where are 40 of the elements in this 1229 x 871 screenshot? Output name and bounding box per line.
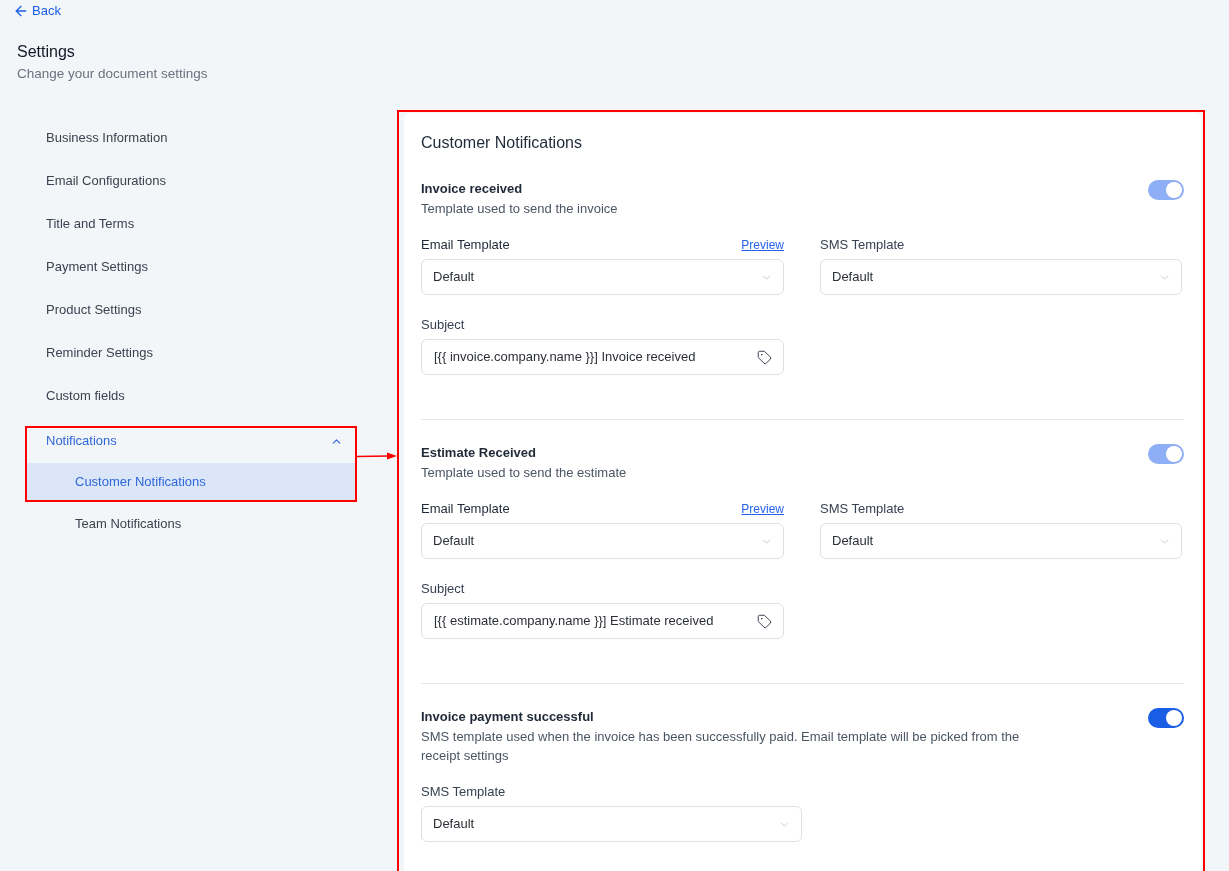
toggle-switch[interactable] xyxy=(1148,708,1184,728)
sidebar-item[interactable]: Product Settings xyxy=(25,288,357,331)
sidebar-item[interactable]: Email Configurations xyxy=(25,159,357,202)
subject-input[interactable]: [{{ estimate.company.name }}] Estimate received xyxy=(421,603,784,639)
sidebar-item[interactable]: Reminder Settings xyxy=(25,331,357,374)
sidebar-item[interactable]: Team Notifications xyxy=(25,502,357,545)
field-label: SMS Template xyxy=(820,500,905,518)
panel-title: Customer Notifications xyxy=(421,133,583,153)
section-title: Invoice payment successful xyxy=(421,708,595,726)
tag-icon[interactable] xyxy=(757,613,772,629)
template-select[interactable]: Default xyxy=(421,806,802,842)
tag-icon[interactable] xyxy=(757,349,772,365)
preview-link[interactable]: Preview xyxy=(741,501,784,517)
field-label: SMS Template xyxy=(421,783,506,801)
arrow-left-icon xyxy=(13,3,29,19)
sidebar-item[interactable]: Title and Terms xyxy=(25,202,357,245)
template-select[interactable]: Default xyxy=(421,259,784,295)
sidebar-item[interactable]: Business Information xyxy=(25,116,357,159)
field-label: Email Template xyxy=(421,500,510,518)
section-title: Estimate Received xyxy=(421,444,537,462)
field-label: Subject xyxy=(421,580,465,598)
page-subtitle: Change your document settings xyxy=(17,65,209,83)
section-title: Invoice received xyxy=(421,180,524,198)
template-select[interactable]: Default xyxy=(421,523,784,559)
field-label: Email Template xyxy=(421,236,510,254)
preview-link[interactable]: Preview xyxy=(741,237,784,253)
sidebar-item[interactable]: Customer Notifications xyxy=(27,463,355,500)
sidebar-item[interactable]: Custom fields xyxy=(25,374,357,417)
subject-input[interactable]: [{{ invoice.company.name }}] Invoice received xyxy=(421,339,784,375)
back-link[interactable]: Back xyxy=(13,2,61,20)
field-label: Subject xyxy=(421,316,465,334)
page-title: Settings xyxy=(17,42,76,62)
field-label: SMS Template xyxy=(820,236,905,254)
section-description: SMS template used when the invoice has been successfully paid. Email template will be picked from the receipt settings xyxy=(421,728,1021,765)
section-description: Template used to send the estimate xyxy=(421,464,627,482)
template-select[interactable]: Default xyxy=(820,259,1182,295)
template-select[interactable]: Default xyxy=(820,523,1182,559)
section-description: Template used to send the invoice xyxy=(421,200,618,218)
sidebar-item[interactable]: Notifications xyxy=(27,428,355,463)
sidebar-item[interactable]: Payment Settings xyxy=(25,245,357,288)
